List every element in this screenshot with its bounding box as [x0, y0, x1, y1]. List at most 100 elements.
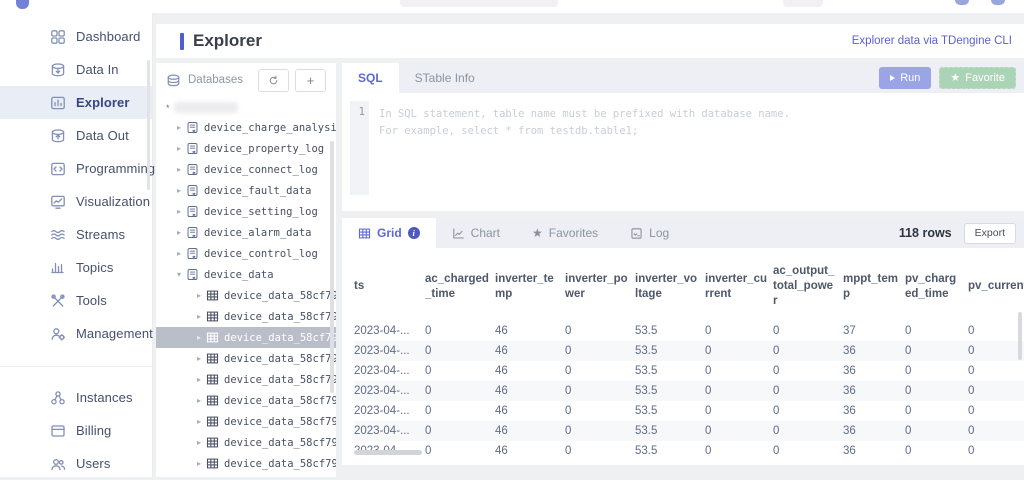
cell: 0: [905, 401, 968, 421]
tree-stable-device_property_log[interactable]: ▸ device_property_log: [156, 138, 336, 159]
sql-actions: Run ★Favorite: [879, 63, 1024, 93]
redacted-database-name: [174, 102, 238, 113]
tab-label: SQL: [358, 71, 383, 85]
tree-table-device_data_58cf791[interactable]: ▸device_data_58cf791: [156, 453, 336, 474]
cell: 36: [843, 341, 905, 361]
sidebar-item-data-out[interactable]: Data Out: [0, 119, 152, 152]
sidebar-item-topics[interactable]: Topics: [0, 251, 152, 284]
tab-sql[interactable]: SQL: [342, 63, 399, 93]
tab-label: Chart: [471, 226, 500, 240]
cell: 36: [843, 381, 905, 401]
sidebar-scrollbar[interactable]: [147, 60, 150, 190]
results-panel: GridiChart★FavoritesLog 118 rows Export …: [342, 218, 1024, 465]
cell: 0: [905, 341, 968, 361]
cell: 0: [425, 401, 495, 421]
column-header-inverter_current: inverter_current: [705, 252, 773, 321]
cell: 0: [565, 401, 635, 421]
dashboard-icon: [50, 29, 66, 45]
tree-scrollbar[interactable]: [330, 141, 334, 393]
sidebar-item-dashboard[interactable]: Dashboard: [0, 20, 152, 53]
tree-stable-device_fault_data[interactable]: ▸device_fault_data: [156, 180, 336, 201]
table-icon: [206, 352, 219, 365]
cell: 46: [495, 341, 565, 361]
database-node-redacted[interactable]: *: [156, 99, 336, 117]
chevron-down-icon: ▾: [174, 270, 184, 279]
sidebar-item-billing[interactable]: Billing: [0, 414, 152, 447]
cell: 0: [905, 381, 968, 401]
sidebar-item-instances[interactable]: Instances: [0, 381, 152, 414]
cell: 0: [968, 361, 1024, 381]
run-button[interactable]: Run: [879, 67, 931, 89]
horizontal-scrollbar[interactable]: [354, 450, 422, 455]
cell: 36: [843, 361, 905, 381]
vertical-scrollbar[interactable]: [1018, 312, 1022, 360]
sidebar-item-streams[interactable]: Streams: [0, 218, 152, 251]
app-logo[interactable]: [16, 0, 29, 9]
cell: 0: [425, 421, 495, 441]
tab-grid[interactable]: Gridi: [342, 218, 436, 248]
tab-chart[interactable]: Chart: [436, 218, 516, 248]
stable-icon: [186, 184, 199, 197]
play-icon: [890, 75, 895, 81]
tree-table-device_data_58cf792[interactable]: ▸device_data_58cf792: [156, 411, 336, 432]
cell: 0: [968, 321, 1024, 341]
cell: 0: [425, 381, 495, 401]
tab-log[interactable]: Log: [614, 218, 685, 248]
topbar-icon[interactable]: [991, 0, 1005, 5]
sidebar-item-visualization[interactable]: Visualization: [0, 185, 152, 218]
refresh-button[interactable]: [258, 69, 289, 92]
cell: 0: [968, 421, 1024, 441]
tree-table-device_data_58cf792[interactable]: ▸device_data_58cf792: [156, 369, 336, 390]
tree-table-device_data_58cf792[interactable]: ▸device_data_58cf792: [156, 390, 336, 411]
cell: 0: [425, 321, 495, 341]
favorite-button[interactable]: ★Favorite: [939, 67, 1016, 89]
chevron-right-icon: ▸: [174, 228, 184, 237]
cli-link[interactable]: Explorer data via TDengine CLI: [852, 35, 1012, 47]
sidebar-item-tools[interactable]: Tools: [0, 284, 152, 317]
tree-table-device_data_58cf791[interactable]: ▸device_data_58cf791: [156, 327, 336, 348]
topbar-placeholder: [783, 0, 823, 7]
tree-table-device_data_58cf792[interactable]: ▸device_data_58cf792: [156, 285, 336, 306]
tree-table-device_data_58cf792[interactable]: ▸device_data_58cf792: [156, 432, 336, 453]
stable-list: ▸device_charge_analysis▸device_property_…: [156, 117, 336, 477]
table-header-row: tsac_charged_timeinverter_tempinverter_p…: [354, 252, 1024, 321]
row-count: 118 rows: [899, 226, 952, 240]
chevron-right-icon: ▸: [194, 438, 204, 447]
export-button[interactable]: Export: [964, 223, 1016, 244]
sidebar-item-users[interactable]: Users: [0, 447, 152, 480]
cell: 2023-04-...: [354, 401, 425, 421]
tree-stable-device_alarm_data[interactable]: ▸device_alarm_data: [156, 222, 336, 243]
table-row: 2023-04-...046053.5003600: [354, 441, 1024, 461]
tree-stable-label: device_property_log: [204, 143, 324, 155]
table-icon: [206, 457, 219, 470]
sidebar-item-label: Instances: [76, 390, 133, 405]
tree-stable-device_control_log[interactable]: ▸device_control_log: [156, 243, 336, 264]
cell: 46: [495, 441, 565, 461]
sidebar-item-label: Visualization: [76, 194, 150, 209]
cell: 0: [968, 401, 1024, 421]
sidebar-item-data-in[interactable]: Data In: [0, 53, 152, 86]
cell: 0: [705, 401, 773, 421]
add-database-button[interactable]: +: [295, 69, 326, 92]
tree-stable-device_setting_log[interactable]: ▸device_setting_log: [156, 201, 336, 222]
table-row: 2023-04-...046053.5003600: [354, 401, 1024, 421]
chevron-right-icon: ▸: [174, 144, 184, 153]
tree-stable-device_data[interactable]: ▾device_data: [156, 264, 336, 285]
sidebar-item-management[interactable]: Management: [0, 317, 152, 350]
database-icon: [166, 73, 181, 88]
sql-editor[interactable]: 1 In SQL statement, table name must be p…: [350, 101, 1012, 195]
topbar-icon[interactable]: [955, 0, 969, 5]
tree-stable-device_connect_log[interactable]: ▸device_connect_log: [156, 159, 336, 180]
column-header-inverter_voltage: inverter_voltage: [635, 252, 705, 321]
tab-favorites[interactable]: ★Favorites: [516, 218, 614, 248]
tree-table-device_data_58cf791[interactable]: ▸device_data_58cf791: [156, 348, 336, 369]
sidebar-item-explorer[interactable]: Explorer: [0, 86, 152, 119]
cell: 0: [773, 421, 843, 441]
cell: 0: [968, 381, 1024, 401]
tree-stable-device_charge_analysis[interactable]: ▸device_charge_analysis: [156, 117, 336, 138]
cell: 0: [968, 341, 1024, 361]
tab-stable-info[interactable]: STable Info: [399, 63, 491, 93]
tree-table-device_data_58cf792[interactable]: ▸device_data_58cf792: [156, 306, 336, 327]
tree-stable-label: device_charge_analysis: [204, 122, 336, 134]
sidebar-item-programming[interactable]: Programming: [0, 152, 152, 185]
